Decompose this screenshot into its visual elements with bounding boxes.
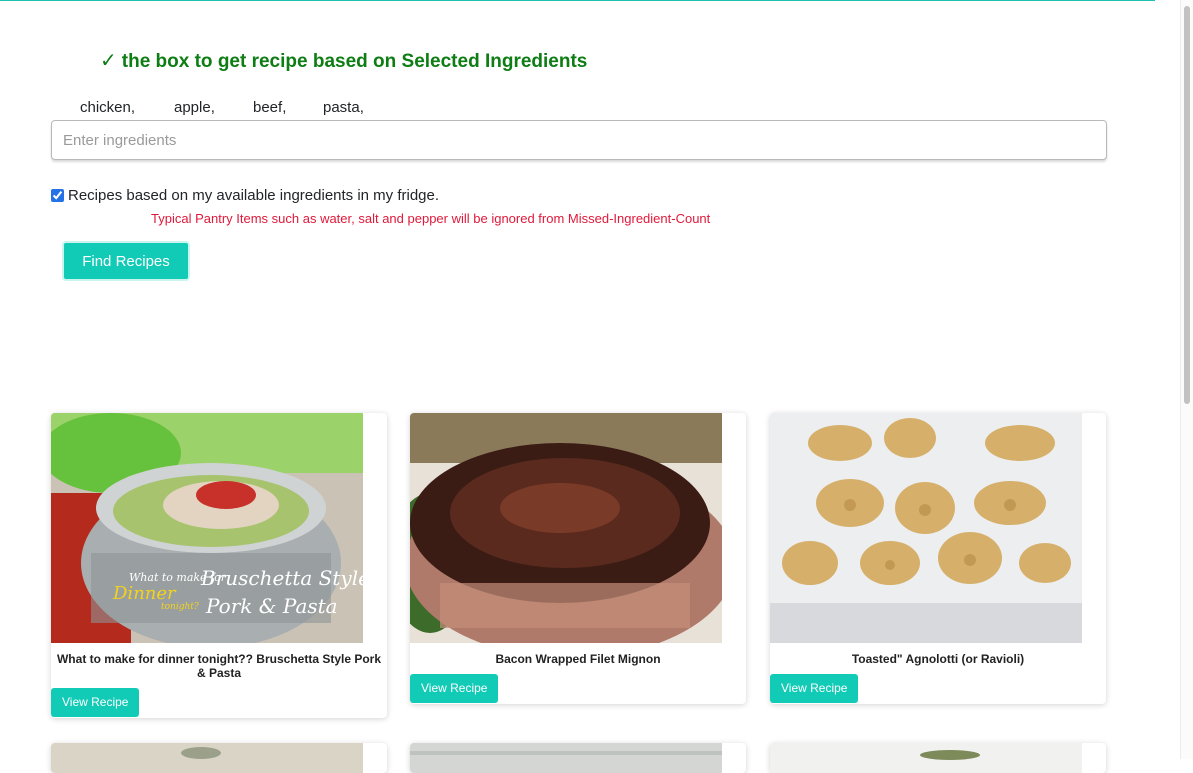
- image-caption: Dinner: [112, 583, 177, 604]
- fridge-checkbox[interactable]: [51, 189, 64, 202]
- fridge-checkbox-label: Recipes based on my available ingredient…: [68, 187, 440, 204]
- scrollbar-thumb[interactable]: [1184, 6, 1190, 404]
- pantry-note: Typical Pantry Items such as water, salt…: [151, 211, 711, 226]
- recipe-title: What to make for dinner tonight?? Brusch…: [56, 652, 382, 680]
- page-scrollbar[interactable]: [1180, 0, 1193, 759]
- recipe-image-pork-pasta[interactable]: What to make for Dinner tonight? Brusche…: [51, 413, 363, 643]
- ingredient-chip[interactable]: beef,: [253, 99, 323, 116]
- fridge-checkbox-row[interactable]: Recipes based on my available ingredient…: [51, 187, 439, 204]
- view-recipe-button[interactable]: View Recipe: [51, 688, 140, 717]
- ingredient-chip[interactable]: pasta,: [323, 99, 417, 116]
- recipe-title: Bacon Wrapped Filet Mignon: [495, 652, 661, 666]
- recipe-image-agnolotti[interactable]: [770, 413, 1082, 643]
- selected-ingredients-list: chicken, apple, beef, pasta,: [80, 99, 417, 116]
- instruction-heading: ✓ the box to get recipe based on Selected…: [100, 48, 587, 73]
- image-caption: Bruschetta Style: [200, 566, 363, 590]
- ingredients-input[interactable]: [51, 120, 1107, 160]
- check-icon: ✓: [100, 50, 117, 72]
- view-recipe-button[interactable]: View Recipe: [770, 674, 859, 703]
- image-caption: Pork & Pasta: [205, 594, 338, 618]
- recipe-image-filet-mignon[interactable]: [410, 413, 722, 643]
- recipe-image[interactable]: [51, 743, 363, 773]
- recipe-image[interactable]: [410, 743, 722, 773]
- ingredient-chip[interactable]: apple,: [174, 99, 253, 116]
- ingredient-chip[interactable]: chicken,: [80, 99, 174, 116]
- recipe-card: What to make for Dinner tonight? Brusche…: [51, 413, 387, 718]
- find-recipes-button[interactable]: Find Recipes: [62, 241, 190, 281]
- image-caption: tonight?: [161, 602, 199, 612]
- recipe-card: [51, 743, 387, 773]
- heading-text: the box to get recipe based on Selected …: [121, 51, 588, 72]
- top-border: [0, 0, 1155, 1]
- recipe-card: Bacon Wrapped Filet Mignon View Recipe: [410, 413, 746, 704]
- recipe-card: [770, 743, 1106, 773]
- recipe-card: Toasted" Agnolotti (or Ravioli) View Rec…: [770, 413, 1106, 704]
- recipe-card: [410, 743, 746, 773]
- view-recipe-button[interactable]: View Recipe: [410, 674, 499, 703]
- recipe-image[interactable]: [770, 743, 1082, 773]
- recipe-title: Toasted" Agnolotti (or Ravioli): [851, 652, 1025, 666]
